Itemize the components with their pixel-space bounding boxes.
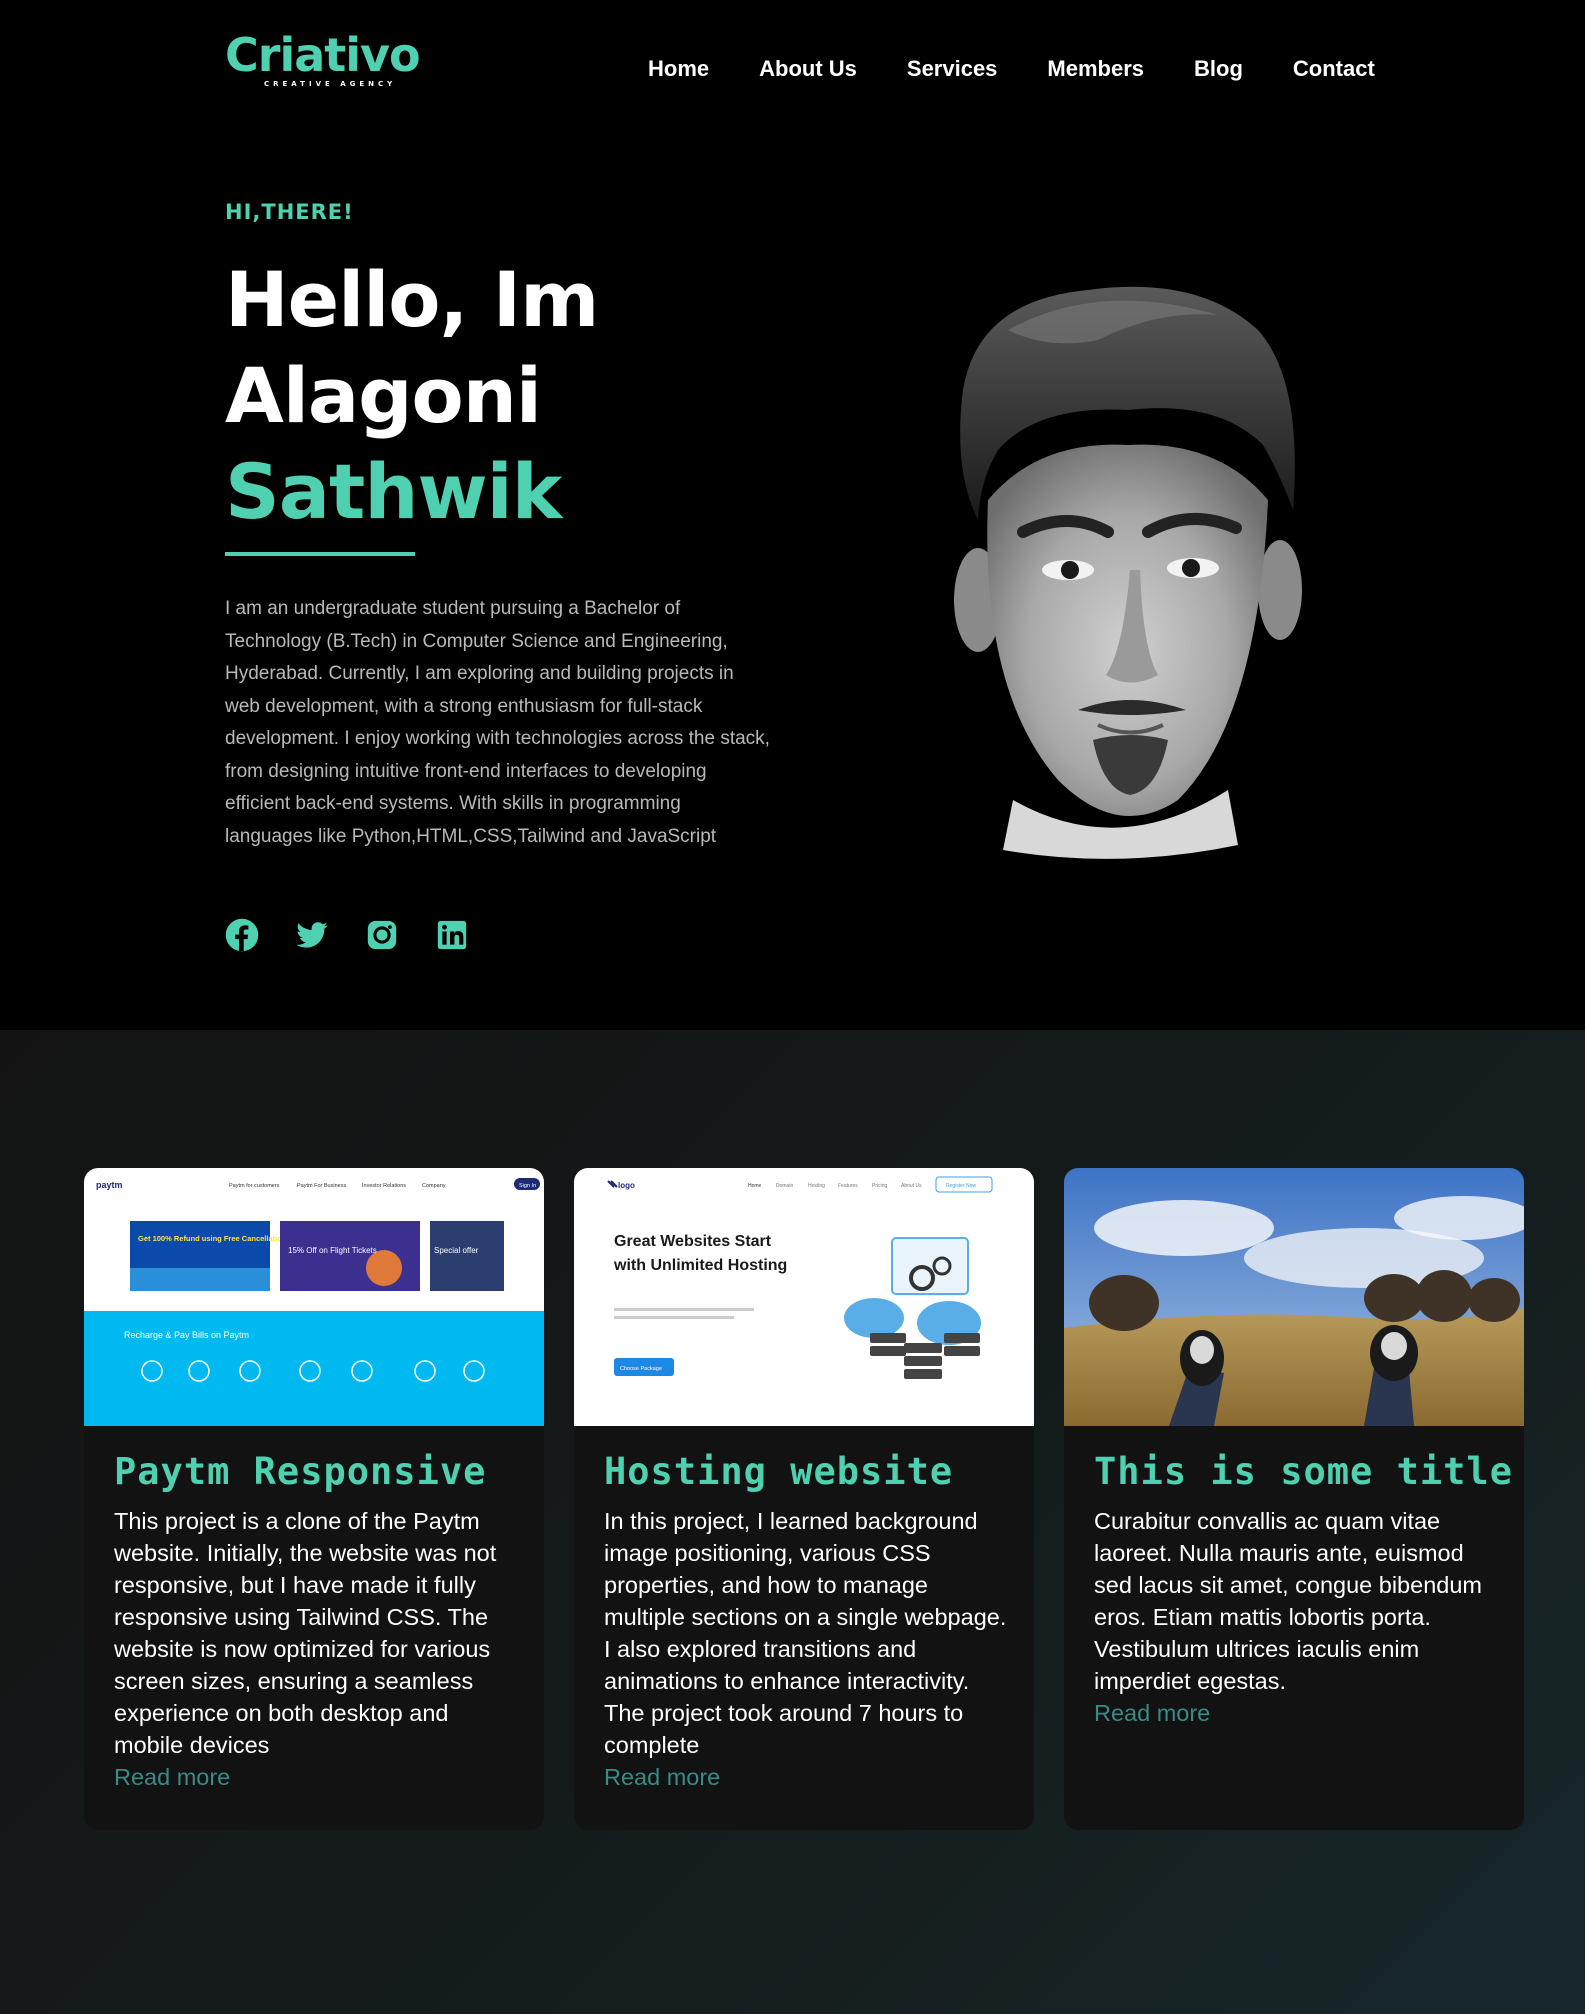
- thumb-nav-4: Features: [838, 1183, 858, 1189]
- project-card: paytm Paytm for customers Paytm For Busi…: [84, 1168, 544, 1830]
- project-description: Curabitur convallis ac quam vitae laoree…: [1094, 1505, 1504, 1729]
- linkedin-icon[interactable]: [435, 918, 469, 952]
- project-title: Paytm Responsive: [114, 1450, 487, 1493]
- thumb-button: Choose Package: [620, 1366, 662, 1372]
- nav-blog[interactable]: Blog: [1194, 56, 1243, 82]
- hero-headline: Hello, Im Alagoni Sathwik: [225, 252, 599, 540]
- svg-text:paytm: paytm: [96, 1180, 123, 1190]
- nav-contact[interactable]: Contact: [1293, 56, 1375, 82]
- thumb-nav-2: Paytm For Business: [297, 1183, 346, 1189]
- project-description: In this project, I learned background im…: [604, 1505, 1014, 1793]
- thumb-nav-1: Home: [748, 1183, 762, 1189]
- brand-name: Criativo: [225, 28, 421, 82]
- thumb-nav-5: Pricing: [872, 1183, 888, 1189]
- project-title: This is some title: [1094, 1450, 1513, 1493]
- hero-divider: [225, 552, 415, 556]
- main-nav: Home About Us Services Members Blog Cont…: [648, 56, 1375, 82]
- project-card: logo Home Domain Hosting Features Pricin…: [574, 1168, 1034, 1830]
- thumb-nav-3: Hosting: [808, 1183, 825, 1189]
- thumb-logo: logo: [618, 1181, 635, 1190]
- instagram-icon[interactable]: [365, 918, 399, 952]
- project-thumbnail-paytm[interactable]: paytm Paytm for customers Paytm For Busi…: [84, 1168, 544, 1426]
- read-more-link[interactable]: Read more: [114, 1761, 524, 1793]
- headline-line-1: Hello, Im: [225, 255, 599, 344]
- project-thumbnail-hosting[interactable]: logo Home Domain Hosting Features Pricin…: [574, 1168, 1034, 1426]
- read-more-link[interactable]: Read more: [604, 1761, 1014, 1793]
- nav-about-us[interactable]: About Us: [759, 56, 857, 82]
- thumb-nav-3: Investor Relations: [362, 1183, 406, 1189]
- project-text: This project is a clone of the Paytm web…: [114, 1508, 497, 1758]
- twitter-icon[interactable]: [295, 918, 329, 952]
- thumb-nav-2: Domain: [776, 1183, 793, 1189]
- thumb-nav-1: Paytm for customers: [229, 1183, 280, 1189]
- project-text: Curabitur convallis ac quam vitae laoree…: [1094, 1508, 1482, 1694]
- read-more-link[interactable]: Read more: [1094, 1697, 1504, 1729]
- thumb-signin: Sign In: [519, 1183, 536, 1189]
- nav-services[interactable]: Services: [907, 56, 998, 82]
- project-thumbnail-landscape[interactable]: [1064, 1168, 1524, 1426]
- headline-name: Sathwik: [225, 447, 562, 536]
- thumb-banner-1: Get 100% Refund using Free Cancellation: [138, 1234, 287, 1243]
- hero-bio: I am an undergraduate student pursuing a…: [225, 598, 770, 847]
- nav-members[interactable]: Members: [1047, 56, 1144, 82]
- hero-section: Criativo CREATIVE AGENCY Home About Us S…: [0, 0, 1585, 1030]
- social-links: [225, 918, 469, 952]
- thumb-section-title: Recharge & Pay Bills on Paytm: [124, 1330, 249, 1340]
- project-description: This project is a clone of the Paytm web…: [114, 1505, 524, 1793]
- project-title: Hosting website: [604, 1450, 954, 1493]
- headline-line-2: Alagoni: [225, 351, 542, 440]
- project-card: This is some title Curabitur convallis a…: [1064, 1168, 1524, 1830]
- thumb-nav-4: Company: [422, 1183, 446, 1189]
- thumb-banner-3: Special offer: [434, 1246, 479, 1255]
- brand-logo[interactable]: Criativo CREATIVE AGENCY: [225, 28, 421, 88]
- thumb-cta: Register Now: [946, 1183, 976, 1189]
- thumb-banner-2: 15% Off on Flight Tickets: [288, 1246, 377, 1255]
- projects-section: paytm Paytm for customers Paytm For Busi…: [0, 1030, 1585, 2014]
- thumb-heading: Great Websites Start with Unlimited Host…: [614, 1233, 788, 1274]
- hero-greeting: HI,THERE!: [225, 200, 354, 224]
- profile-photo: [954, 286, 1302, 859]
- facebook-icon[interactable]: [225, 918, 259, 952]
- thumb-nav-6: About Us: [901, 1183, 922, 1189]
- nav-home[interactable]: Home: [648, 56, 709, 82]
- project-text: In this project, I learned background im…: [604, 1508, 1007, 1758]
